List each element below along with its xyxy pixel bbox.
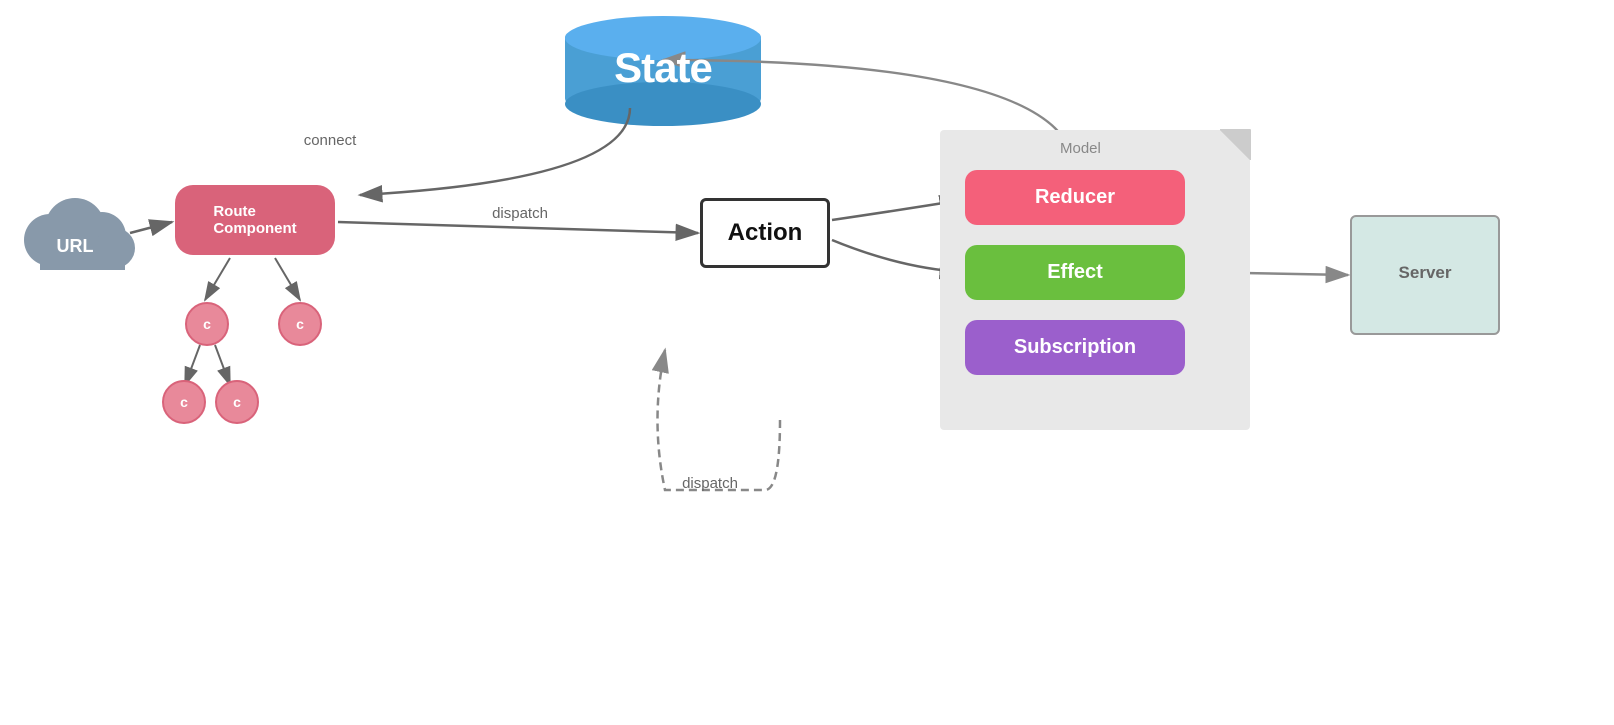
child-c3-label: c [180,394,188,410]
child-c1: c [185,302,229,346]
state-node: State [565,32,761,104]
reducer-label: Reducer [1035,186,1115,209]
reducer-node: Reducer [965,170,1185,225]
server-node: Server [1350,215,1500,335]
svg-text:connect: connect [304,132,357,149]
route-component-node: RouteComponent [175,185,335,255]
subscription-label: Subscription [1014,336,1136,359]
diagram: { "diagram": { "title": "Redux Architect… [0,0,1614,508]
child-c2: c [278,302,322,346]
action-label: Action [728,219,803,247]
effect-node: Effect [965,245,1185,300]
svg-text:URL: URL [57,236,94,256]
state-label: State [614,44,712,92]
route-component-label: RouteComponent [213,203,296,237]
svg-text:dispatch: dispatch [682,475,738,492]
action-node: Action [700,198,830,268]
effect-label: Effect [1047,261,1103,284]
server-icon [1352,217,1614,725]
child-c2-label: c [296,316,304,332]
child-c3: c [162,380,206,424]
child-c1-label: c [203,316,211,332]
model-label: Model [1060,140,1101,157]
child-c4: c [215,380,259,424]
child-c4-label: c [233,394,241,410]
subscription-node: Subscription [965,320,1185,375]
svg-text:dispatch: dispatch [492,205,548,222]
